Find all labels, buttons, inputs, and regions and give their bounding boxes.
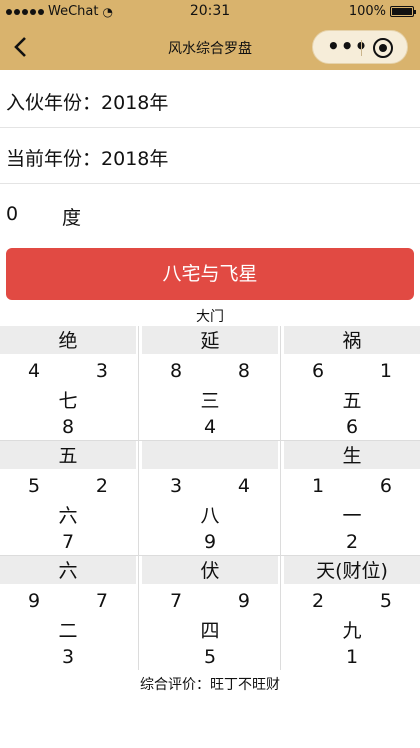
grid-cell-center: 六 [58, 505, 78, 527]
current-year-label: 当前年份： [6, 148, 102, 170]
door-label: 大门 [196, 309, 224, 325]
grid-cell-header: 生 [284, 441, 420, 469]
grid-cell-bottom: 6 [345, 416, 359, 438]
grid-cell-top-right: 4 [237, 475, 250, 497]
grid-cell-bottom: 5 [203, 646, 217, 668]
grid-cell-center: 四 [200, 620, 220, 642]
capsule-divider [361, 40, 362, 56]
target-circle-icon[interactable] [373, 38, 393, 58]
battery-icon [390, 6, 416, 17]
grid-cell-header [142, 441, 278, 469]
grid-cell-top-left: 2 [312, 590, 325, 612]
grid-cell-top-right: 1 [379, 360, 392, 382]
grid-cell-header: 五 [0, 441, 136, 469]
grid-cell-top-left: 7 [170, 590, 183, 612]
grid-cell-top-left: 6 [312, 360, 325, 382]
grid-cell-top-right: 8 [237, 360, 250, 382]
grid-cell-top-right: 9 [237, 590, 250, 612]
grid-cell-top-right: 6 [379, 475, 392, 497]
current-year-row[interactable]: 当前年份：2018年 [0, 128, 420, 184]
grid-cell-center: 九 [342, 620, 362, 642]
grid-cell-top-left: 1 [312, 475, 325, 497]
grid-cell-top-left: 5 [28, 475, 41, 497]
bazhai-feixing-button[interactable]: 八宅与飞星 [6, 248, 414, 300]
grid-cell-top-left: 9 [28, 590, 41, 612]
grid-cell-bottom: 8 [61, 416, 75, 438]
grid-cell-center: 二 [58, 620, 78, 642]
battery-label: 100% [348, 4, 386, 19]
grid-cell-center: 八 [200, 505, 220, 527]
grid-cell-center: 五 [342, 390, 362, 412]
grid-cell-top-right: 3 [95, 360, 108, 382]
grid-cell: 生 1 6 一 2 [284, 441, 420, 555]
grid-divider [0, 440, 420, 441]
grid-cell-header: 延 [142, 326, 278, 354]
move-in-year-label: 入伙年份： [6, 92, 102, 114]
grid-cell-header: 祸 [284, 326, 420, 354]
battery-area: 100% [348, 4, 416, 19]
grid-cell-center: 七 [58, 390, 78, 412]
grid-cell: 3 4 八 9 [142, 441, 278, 555]
grid-cell: 祸 6 1 五 6 [284, 326, 420, 440]
grid-cell: 六 9 7 二 3 [0, 556, 136, 670]
move-in-year-row[interactable]: 入伙年份：2018年 [0, 72, 420, 128]
grid-cell-center: 三 [200, 390, 220, 412]
grid-cell-center: 一 [342, 505, 362, 527]
grid-cell-top-right: 7 [95, 590, 108, 612]
grid-divider [0, 555, 420, 556]
grid-cell-header: 绝 [0, 326, 136, 354]
grid-cell-bottom: 1 [345, 646, 359, 668]
grid-cell: 延 8 8 三 4 [142, 326, 278, 440]
grid-cell-top-left: 3 [170, 475, 183, 497]
grid-divider [138, 326, 139, 670]
grid-cell-top-left: 4 [28, 360, 41, 382]
current-year-field[interactable]: 当前年份：2018年 [6, 144, 168, 171]
grid-cell-bottom: 7 [61, 531, 75, 553]
grid-cell-top-left: 8 [170, 360, 183, 382]
grid-cell-header: 六 [0, 556, 136, 584]
grid-cell-bottom: 4 [203, 416, 217, 438]
degree-row: 0 度 [0, 185, 420, 241]
status-bar: WeChat ◔ 20:31 100% [0, 0, 420, 24]
nav-bar: 风水综合罗盘 ••• [0, 24, 420, 70]
summary-text: 综合评价：旺丁不旺财 [140, 677, 280, 693]
grid-cell-header: 天(财位) [284, 556, 420, 584]
degree-unit-label: 度 [62, 207, 82, 229]
degree-input[interactable]: 0 [6, 203, 18, 225]
grid-cell-bottom: 2 [345, 531, 359, 553]
top-bar: WeChat ◔ 20:31 100% 风水综合罗盘 ••• [0, 0, 420, 70]
current-year-value: 2018年 [101, 148, 169, 170]
grid-cell-header: 伏 [142, 556, 278, 584]
move-in-year-field[interactable]: 入伙年份：2018年 [6, 88, 168, 115]
grid-cell-top-right: 5 [379, 590, 392, 612]
grid-cell-bottom: 3 [61, 646, 75, 668]
mini-program-capsule: ••• [312, 30, 408, 64]
grid-cell: 绝 4 3 七 8 [0, 326, 136, 440]
grid-cell-top-right: 2 [95, 475, 108, 497]
more-dots-icon[interactable]: ••• [327, 36, 368, 56]
move-in-year-value: 2018年 [101, 92, 169, 114]
grid-cell-bottom: 9 [203, 531, 217, 553]
grid-cell: 五 5 2 六 7 [0, 441, 136, 555]
grid-cell: 天(财位) 2 5 九 1 [284, 556, 420, 670]
grid-cell: 伏 7 9 四 5 [142, 556, 278, 670]
grid-divider [280, 326, 281, 670]
